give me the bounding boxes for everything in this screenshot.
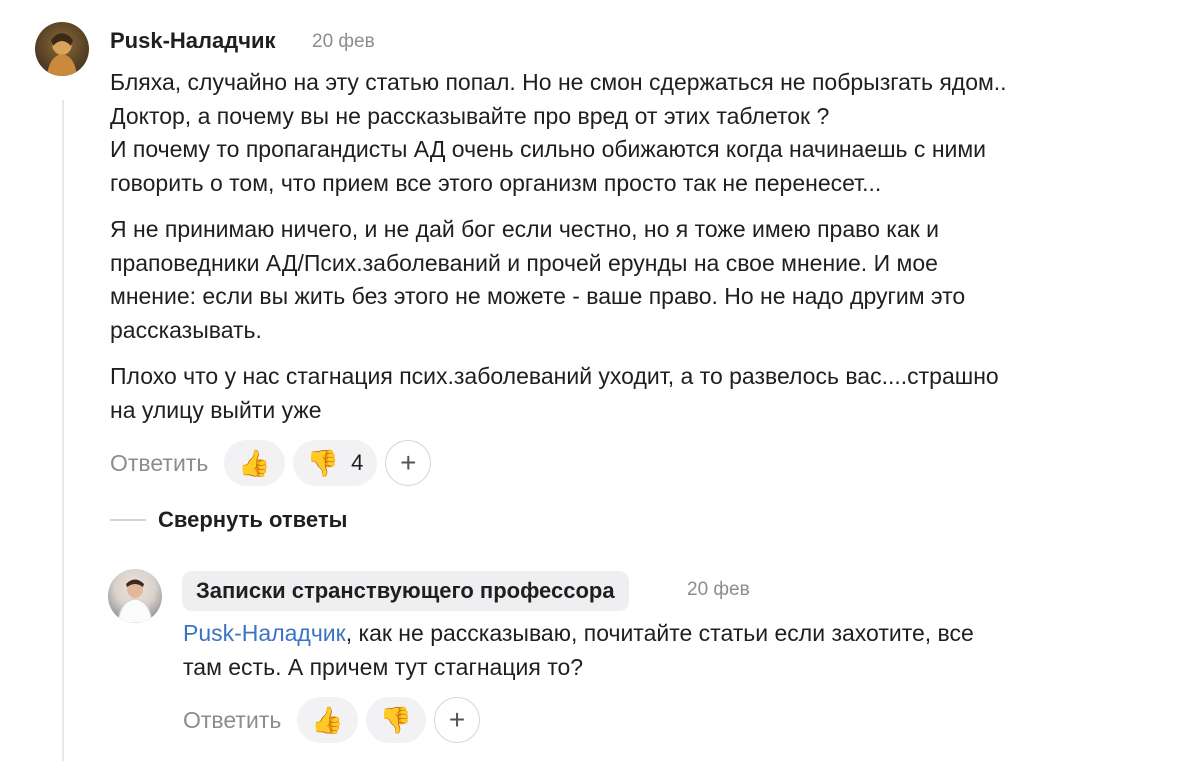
like-button[interactable]: 👍 bbox=[297, 697, 358, 743]
text-line: рассказывать. bbox=[110, 316, 262, 343]
collapse-label: Свернуть ответы bbox=[158, 507, 348, 532]
comment-author[interactable]: Pusk-Наладчик bbox=[110, 28, 276, 54]
plus-icon: + bbox=[400, 447, 417, 478]
avatar[interactable] bbox=[108, 569, 162, 623]
add-reaction-button[interactable]: + bbox=[434, 697, 481, 743]
text-line: Я не принимаю ничего, и не дай бог если … bbox=[110, 216, 939, 242]
comment-date: 20 фев bbox=[312, 31, 375, 52]
comment-paragraph: Я не принимаю ничего, и не дай бог если … bbox=[110, 213, 1185, 347]
reply-actions: Ответить 👍 👎 + bbox=[183, 697, 481, 743]
like-button[interactable]: 👍 bbox=[224, 440, 285, 486]
text-line: на улицу выйти уже bbox=[110, 396, 322, 423]
reply-author[interactable]: Записки странствующего профессора bbox=[182, 571, 629, 611]
text-line: , как не рассказываю, почитайте статьи е… bbox=[345, 620, 974, 646]
reply-text: Pusk-Наладчик, как не рассказываю, почит… bbox=[183, 617, 1173, 684]
add-reaction-button[interactable]: + bbox=[385, 440, 432, 486]
plus-icon: + bbox=[448, 704, 466, 735]
collapse-replies-button[interactable]: Свернуть ответы bbox=[110, 507, 347, 533]
text-line: Доктор, а почему вы не рассказывайте про… bbox=[110, 102, 830, 129]
text-line: Бляха, случайно на эту статью попал. Но … bbox=[110, 69, 1007, 95]
reply-button[interactable]: Ответить bbox=[110, 450, 208, 477]
thumbs-down-icon: 👎 bbox=[379, 705, 413, 735]
comment-actions: Ответить 👍 👎 4 + bbox=[110, 440, 432, 486]
avatar-image bbox=[117, 579, 153, 623]
reply-button[interactable]: Ответить bbox=[183, 707, 281, 734]
reply-date: 20 фев bbox=[687, 579, 750, 600]
avatar[interactable] bbox=[35, 22, 89, 76]
text-line: Плохо что у нас стагнация псих.заболеван… bbox=[110, 363, 999, 389]
comment-text: Бляха, случайно на эту статью попал. Но … bbox=[110, 66, 1185, 427]
thumbs-up-icon: 👍 bbox=[238, 448, 271, 478]
avatar-image bbox=[47, 33, 77, 76]
text-line: мнение: если вы жить без этого не можете… bbox=[110, 283, 966, 309]
dislike-count: 4 bbox=[351, 450, 364, 475]
thumbs-up-icon: 👍 bbox=[311, 705, 344, 735]
text-line: И почему то пропагандисты АД очень сильн… bbox=[110, 136, 987, 162]
reply-paragraph: Pusk-Наладчик, как не рассказываю, почит… bbox=[183, 617, 1173, 684]
comment-paragraph: Плохо что у нас стагнация псих.заболеван… bbox=[110, 360, 1185, 427]
thumbs-down-icon: 👎 bbox=[306, 448, 340, 478]
comment-paragraph: Бляха, случайно на эту статью попал. Но … bbox=[110, 66, 1185, 200]
dislike-button[interactable]: 👎 4 bbox=[292, 440, 378, 486]
dislike-button[interactable]: 👎 bbox=[365, 697, 427, 743]
text-line: там есть. А причем тут стагнация то? bbox=[183, 653, 584, 680]
text-line: говорить о том, что прием все этого орга… bbox=[110, 169, 882, 196]
text-line: праповедники АД/Псих.заболеваний и проче… bbox=[110, 249, 938, 276]
mention-link[interactable]: Pusk-Наладчик bbox=[183, 620, 346, 646]
collapse-dash bbox=[110, 519, 146, 521]
thread-line bbox=[62, 100, 64, 761]
